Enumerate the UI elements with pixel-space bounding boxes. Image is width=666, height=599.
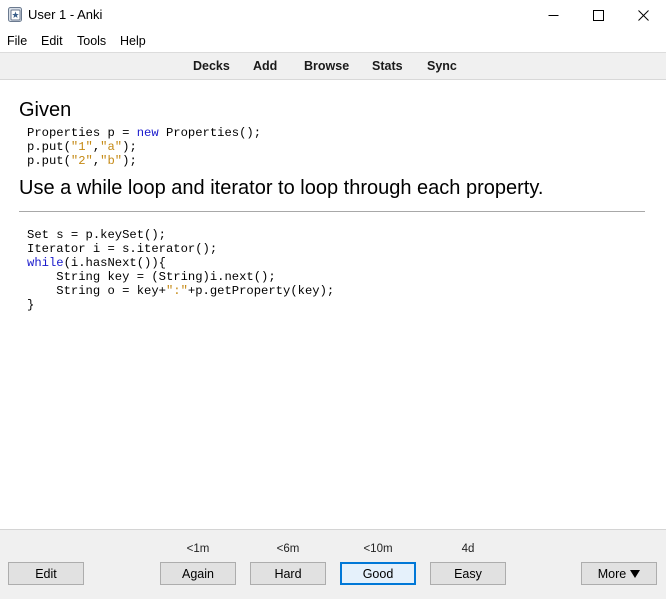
- answer-code-line: Set s = p.keySet();: [27, 228, 334, 242]
- again-label: Again: [182, 566, 214, 581]
- interval-easy: 4d: [461, 543, 475, 555]
- card-front-code: Properties p = new Properties(); p.put("1…: [27, 126, 261, 168]
- card-view: Given Properties p = new Properties(); p.…: [0, 81, 666, 529]
- card-answer-code: Set s = p.keySet(); Iterator i = s.iterat…: [27, 228, 334, 312]
- hard-label: Hard: [274, 566, 302, 581]
- code-keyword: while: [27, 256, 64, 270]
- toolbar-stats[interactable]: Stats: [372, 59, 403, 73]
- front-code-line: p.put("2","b");: [27, 154, 261, 168]
- answer-code-line: }: [27, 298, 334, 312]
- answer-divider: [19, 211, 645, 212]
- code-text: Properties();: [158, 126, 262, 140]
- card-front-heading: Given: [19, 99, 72, 121]
- menu-help[interactable]: Help: [120, 34, 146, 48]
- menu-edit[interactable]: Edit: [41, 34, 63, 48]
- code-text: Properties p =: [27, 126, 137, 140]
- card-question: Use a while loop and iterator to loop th…: [19, 177, 544, 199]
- interval-again: <1m: [186, 543, 210, 555]
- interval-hard: <6m: [276, 543, 300, 555]
- main-toolbar: Decks Add Browse Stats Sync: [0, 52, 666, 80]
- interval-good: <10m: [363, 543, 393, 555]
- code-text: String key = (String)i.next();: [27, 270, 276, 284]
- code-text: (i.hasNext()){: [63, 256, 166, 270]
- code-text: p.put(: [27, 140, 71, 154]
- easy-button[interactable]: Easy: [430, 562, 506, 585]
- code-string: "2": [70, 154, 93, 168]
- code-text: );: [122, 140, 137, 154]
- code-text: Iterator i = s.iterator();: [27, 242, 218, 256]
- code-text: +p.getProperty(key);: [187, 284, 335, 298]
- minimize-icon: [548, 14, 558, 16]
- code-text: }: [27, 298, 35, 312]
- edit-card-label: Edit: [35, 566, 57, 581]
- easy-label: Easy: [454, 566, 482, 581]
- toolbar-sync[interactable]: Sync: [427, 59, 457, 73]
- code-text: Set s = p.keySet();: [27, 228, 166, 242]
- window-title: User 1 - Anki: [28, 7, 103, 22]
- toolbar-browse[interactable]: Browse: [304, 59, 349, 73]
- answer-code-line: while(i.hasNext()){: [27, 256, 334, 270]
- code-text: p.put(: [27, 154, 71, 168]
- edit-card-button[interactable]: Edit: [8, 562, 84, 585]
- hard-button[interactable]: Hard: [250, 562, 326, 585]
- minimize-button[interactable]: [530, 0, 576, 30]
- front-code-line: p.put("1","a");: [27, 140, 261, 154]
- menu-bar: File Edit Tools Help: [0, 30, 666, 52]
- more-button[interactable]: More: [581, 562, 657, 585]
- more-label: More: [597, 566, 627, 581]
- code-string: "a": [100, 140, 123, 154]
- toolbar-add[interactable]: Add: [253, 59, 277, 73]
- close-icon: [637, 9, 649, 21]
- maximize-icon: [592, 9, 604, 21]
- code-text: );: [122, 154, 137, 168]
- again-button[interactable]: Again: [160, 562, 236, 585]
- title-bar: User 1 - Anki: [0, 0, 666, 30]
- good-label: Good: [362, 566, 394, 581]
- toolbar-decks[interactable]: Decks: [193, 59, 230, 73]
- maximize-button[interactable]: [575, 0, 621, 30]
- code-string: "1": [70, 140, 93, 154]
- code-text: String o = key+: [27, 284, 166, 298]
- menu-file[interactable]: File: [7, 34, 27, 48]
- code-string: ":": [165, 284, 188, 298]
- answer-bar: Edit <1m <6m <10m 4d Again Hard Good Eas…: [0, 529, 666, 599]
- good-button[interactable]: Good: [340, 562, 416, 585]
- menu-tools[interactable]: Tools: [77, 34, 106, 48]
- code-string: "b": [100, 154, 123, 168]
- close-button[interactable]: [620, 0, 666, 30]
- front-code-line: Properties p = new Properties();: [27, 126, 261, 140]
- answer-code-line: String key = (String)i.next();: [27, 270, 334, 284]
- anki-star-icon: [8, 7, 22, 22]
- answer-code-line: String o = key+":"+p.getProperty(key);: [27, 284, 334, 298]
- code-keyword: new: [136, 126, 159, 140]
- dropdown-arrow-icon: [630, 569, 641, 578]
- answer-code-line: Iterator i = s.iterator();: [27, 242, 334, 256]
